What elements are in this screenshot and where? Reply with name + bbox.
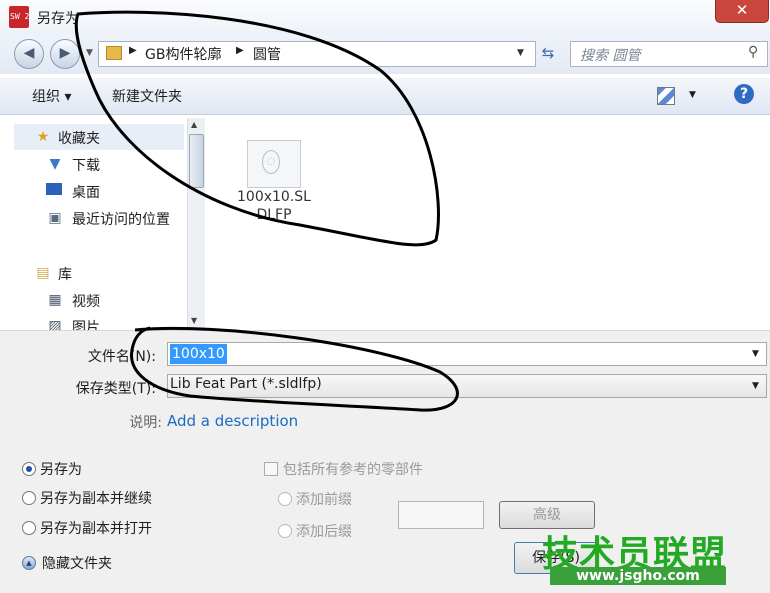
- description-label: 说明:: [129, 415, 162, 431]
- filetype-value: Lib Feat Part (*.sldlfp): [170, 376, 322, 392]
- sldlfp-file-icon: ◌: [262, 150, 280, 174]
- sidebar-item-videos[interactable]: ▦ 视频: [14, 287, 184, 313]
- sidebar-item-downloads[interactable]: ▼ 下载: [14, 151, 184, 177]
- radio-label[interactable]: 另存为: [40, 459, 82, 479]
- history-dropdown-icon[interactable]: ▼: [86, 48, 93, 58]
- view-dropdown-icon[interactable]: ▼: [689, 90, 696, 100]
- file-name-line1: 100x10.SL: [237, 189, 311, 205]
- radio-add-prefix[interactable]: [278, 492, 292, 506]
- filename-label: 文件名(N):: [87, 349, 156, 365]
- radio-label[interactable]: 另存为副本并继续: [40, 488, 152, 508]
- desktop-icon: [46, 183, 62, 195]
- scroll-down-icon[interactable]: ▼: [191, 316, 197, 325]
- breadcrumb-item-current[interactable]: 圆管: [253, 44, 281, 64]
- organize-menu-button[interactable]: 组织 ▾: [32, 86, 71, 106]
- include-references-checkbox[interactable]: [264, 462, 278, 476]
- refresh-button[interactable]: ⇆: [536, 41, 560, 67]
- radio-selected-dot: [26, 466, 32, 472]
- title-bar: [0, 0, 770, 34]
- filename-dropdown-icon[interactable]: ▼: [752, 349, 759, 359]
- sidebar-item-label: 收藏夹: [58, 131, 100, 147]
- sidebar-item-desktop[interactable]: 桌面: [14, 178, 184, 204]
- sidebar-item-recent[interactable]: ▣ 最近访问的位置: [14, 205, 184, 231]
- sidebar-item-label: 桌面: [72, 185, 100, 201]
- hide-folders-toggle[interactable]: 隐藏文件夹: [42, 553, 112, 573]
- radio-save-copy-open[interactable]: [22, 521, 36, 535]
- sidebar-item-label: 下载: [72, 158, 100, 174]
- breadcrumb-item[interactable]: GB构件轮廓: [145, 44, 221, 64]
- close-button[interactable]: ✕: [715, 0, 769, 23]
- filename-field[interactable]: [167, 342, 767, 366]
- star-icon: ★: [36, 129, 50, 145]
- sidebar-item-label: 视频: [72, 294, 100, 310]
- scrollbar-thumb[interactable]: [189, 134, 204, 188]
- picture-library-icon: ▨: [48, 318, 62, 330]
- watermark-url: www.jsgho.com: [550, 567, 726, 585]
- file-name[interactable]: 100x10.SL DLFP: [226, 188, 322, 224]
- back-button[interactable]: ◀: [14, 39, 44, 69]
- file-name-line2: DLFP: [256, 207, 292, 223]
- change-view-icon[interactable]: [657, 87, 675, 105]
- address-dropdown-icon[interactable]: ▼: [517, 48, 524, 58]
- search-placeholder: 搜索 圆管: [580, 48, 641, 64]
- sidebar-item-label: 最近访问的位置: [72, 212, 170, 228]
- forward-button[interactable]: ▶: [50, 39, 80, 69]
- search-icon[interactable]: ⚲: [748, 44, 758, 60]
- prefix-suffix-input[interactable]: [398, 501, 484, 529]
- radio-label[interactable]: 另存为副本并打开: [40, 518, 152, 538]
- add-description-link[interactable]: Add a description: [167, 412, 298, 430]
- new-folder-button[interactable]: 新建文件夹: [112, 86, 182, 106]
- scroll-up-icon[interactable]: ▲: [191, 120, 197, 129]
- sidebar-item-favorites[interactable]: ★ 收藏夹: [14, 124, 184, 150]
- video-library-icon: ▦: [48, 292, 62, 308]
- window-title: 另存为: [37, 11, 79, 27]
- help-icon[interactable]: ?: [734, 84, 754, 104]
- filetype-label: 保存类型(T):: [75, 381, 156, 397]
- filetype-dropdown-icon[interactable]: ▼: [752, 381, 759, 391]
- add-suffix-label: 添加后缀: [296, 524, 352, 540]
- include-references-label: 包括所有参考的零部件: [283, 462, 423, 478]
- collapse-icon[interactable]: ▲: [22, 556, 36, 570]
- arrow-right-icon: ▶: [59, 45, 71, 61]
- radio-save-copy-continue[interactable]: [22, 491, 36, 505]
- chevron-right-icon[interactable]: ▶: [236, 45, 244, 56]
- sidebar-item-label: 库: [58, 267, 72, 283]
- radio-add-suffix[interactable]: [278, 524, 292, 538]
- filename-value[interactable]: 100x10: [170, 344, 227, 364]
- add-prefix-label: 添加前缀: [296, 492, 352, 508]
- radio-save-as[interactable]: [22, 462, 36, 476]
- sidebar-item-libraries[interactable]: ▤ 库: [14, 260, 184, 286]
- library-icon: ▤: [36, 265, 50, 281]
- folder-icon: [106, 46, 122, 60]
- sidebar-item-pictures[interactable]: ▨ 图片: [14, 313, 184, 330]
- refresh-icon: ⇆: [541, 44, 555, 62]
- recent-places-icon: ▣: [48, 210, 62, 226]
- arrow-left-icon: ◀: [23, 45, 35, 61]
- chevron-right-icon[interactable]: ▶: [129, 45, 137, 56]
- download-folder-icon: ▼: [49, 156, 61, 172]
- sidebar-item-label: 图片: [72, 320, 100, 330]
